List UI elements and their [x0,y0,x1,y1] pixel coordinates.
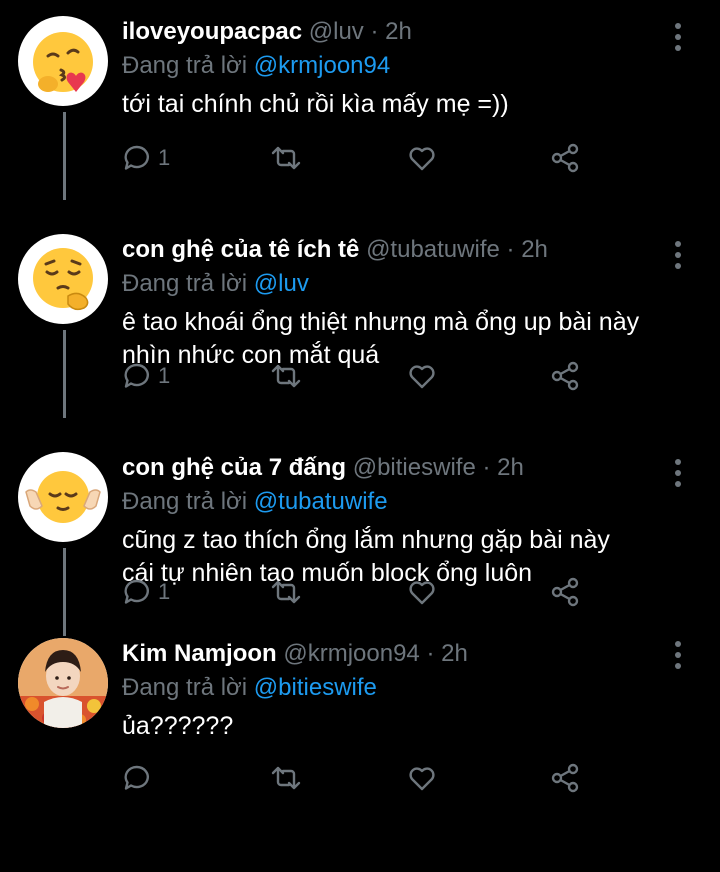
avatar[interactable] [18,16,108,106]
more-options-icon[interactable] [672,240,684,270]
reply-target-link[interactable]: @bitieswife [254,674,377,701]
tweet-text-line: ê tao khoái ổng thiệt nhưng mà ổng up bà… [122,308,640,336]
reply-button[interactable]: 1 [122,358,170,394]
share-button[interactable] [550,574,580,610]
display-name[interactable]: iloveyoupacpac [122,18,302,45]
user-handle[interactable]: @luv [309,18,364,45]
retweet-icon [271,580,301,604]
avatar[interactable] [18,234,108,324]
share-icon [551,577,579,607]
timestamp[interactable]: 2h [497,454,524,481]
separator-dot: · [506,236,515,263]
retweet-button[interactable] [270,574,302,610]
reply-bubble-icon [124,363,149,388]
share-button[interactable] [550,358,580,394]
person-photo-icon [18,638,108,728]
separator-dot: · [482,454,491,481]
share-icon [551,763,579,793]
separator-dot: · [426,640,435,667]
tweet[interactable]: con ghệ của tê ích tê @tubatuwife · 2h Đ… [0,218,720,436]
like-button[interactable] [407,358,437,394]
separator-dot: · [370,18,379,45]
reply-prefix: Đang trả lời [122,674,248,701]
more-options-icon[interactable] [672,640,684,670]
like-button[interactable] [407,140,437,176]
reply-button[interactable] [122,760,158,796]
timestamp[interactable]: 2h [521,236,548,263]
more-options-icon[interactable] [672,22,684,52]
timestamp[interactable]: 2h [385,18,412,45]
pensive-hands-face-emoji-icon [25,471,101,523]
display-name[interactable]: con ghệ của 7 đấng [122,454,346,481]
heart-icon [409,147,435,171]
retweet-button[interactable] [270,140,302,176]
kissing-face-heart-emoji-icon [33,32,93,92]
reply-prefix: Đang trả lời [122,270,248,297]
heart-icon [409,581,435,605]
reply-bubble-icon [124,145,149,170]
share-button[interactable] [550,760,580,796]
share-icon [551,361,579,391]
like-button[interactable] [407,574,437,610]
heart-icon [409,365,435,389]
reply-target-link[interactable]: @tubatuwife [254,488,388,515]
retweet-icon [271,146,301,170]
reply-target-link[interactable]: @krmjoon94 [254,52,390,79]
tweet[interactable]: iloveyoupacpac @luv · 2h Đang trả lời @k… [0,0,720,218]
reply-prefix: Đang trả lời [122,52,248,79]
reply-prefix: Đang trả lời [122,488,248,515]
reply-count: 1 [158,579,171,604]
display-name[interactable]: Kim Namjoon [122,640,277,667]
reply-target-link[interactable]: @luv [254,270,309,297]
user-handle[interactable]: @tubatuwife [366,236,500,263]
tweet-text-line: ủa?????? [122,712,234,740]
tweet-text: ủa?????? [122,710,660,743]
user-handle[interactable]: @krmjoon94 [283,640,419,667]
tweet-text-line: cũng z tao thích ổng lắm nhưng gặp bài n… [122,526,610,554]
more-options-icon[interactable] [672,458,684,488]
share-button[interactable] [550,140,580,176]
retweet-button[interactable] [270,358,302,394]
tweet[interactable]: Kim Namjoon @krmjoon94 · 2h Đang trả lời… [0,638,720,872]
timestamp[interactable]: 2h [441,640,468,667]
avatar[interactable] [18,638,108,728]
retweet-button[interactable] [270,760,302,796]
reply-bubble-icon [124,579,149,604]
reply-bubble-icon [124,765,149,790]
heart-icon [409,767,435,791]
display-name[interactable]: con ghệ của tê ích tê [122,236,359,263]
retweet-icon [271,364,301,388]
reply-count: 1 [158,363,171,388]
tweet[interactable]: con ghệ của 7 đấng @bitieswife · 2h Đang… [0,436,720,654]
retweet-icon [271,766,301,790]
share-icon [551,143,579,173]
reply-count: 1 [158,145,171,170]
user-handle[interactable]: @bitieswife [353,454,476,481]
avatar[interactable] [18,452,108,542]
reply-button[interactable]: 1 [122,140,170,176]
tweet-text: tới tai chính chủ rồi kìa mấy mẹ =)) [122,88,660,121]
tweet-text-line: tới tai chính chủ rồi kìa mấy mẹ =)) [122,90,509,118]
reply-button[interactable]: 1 [122,574,170,610]
pleading-hand-face-emoji-icon [33,248,93,311]
like-button[interactable] [407,760,437,796]
